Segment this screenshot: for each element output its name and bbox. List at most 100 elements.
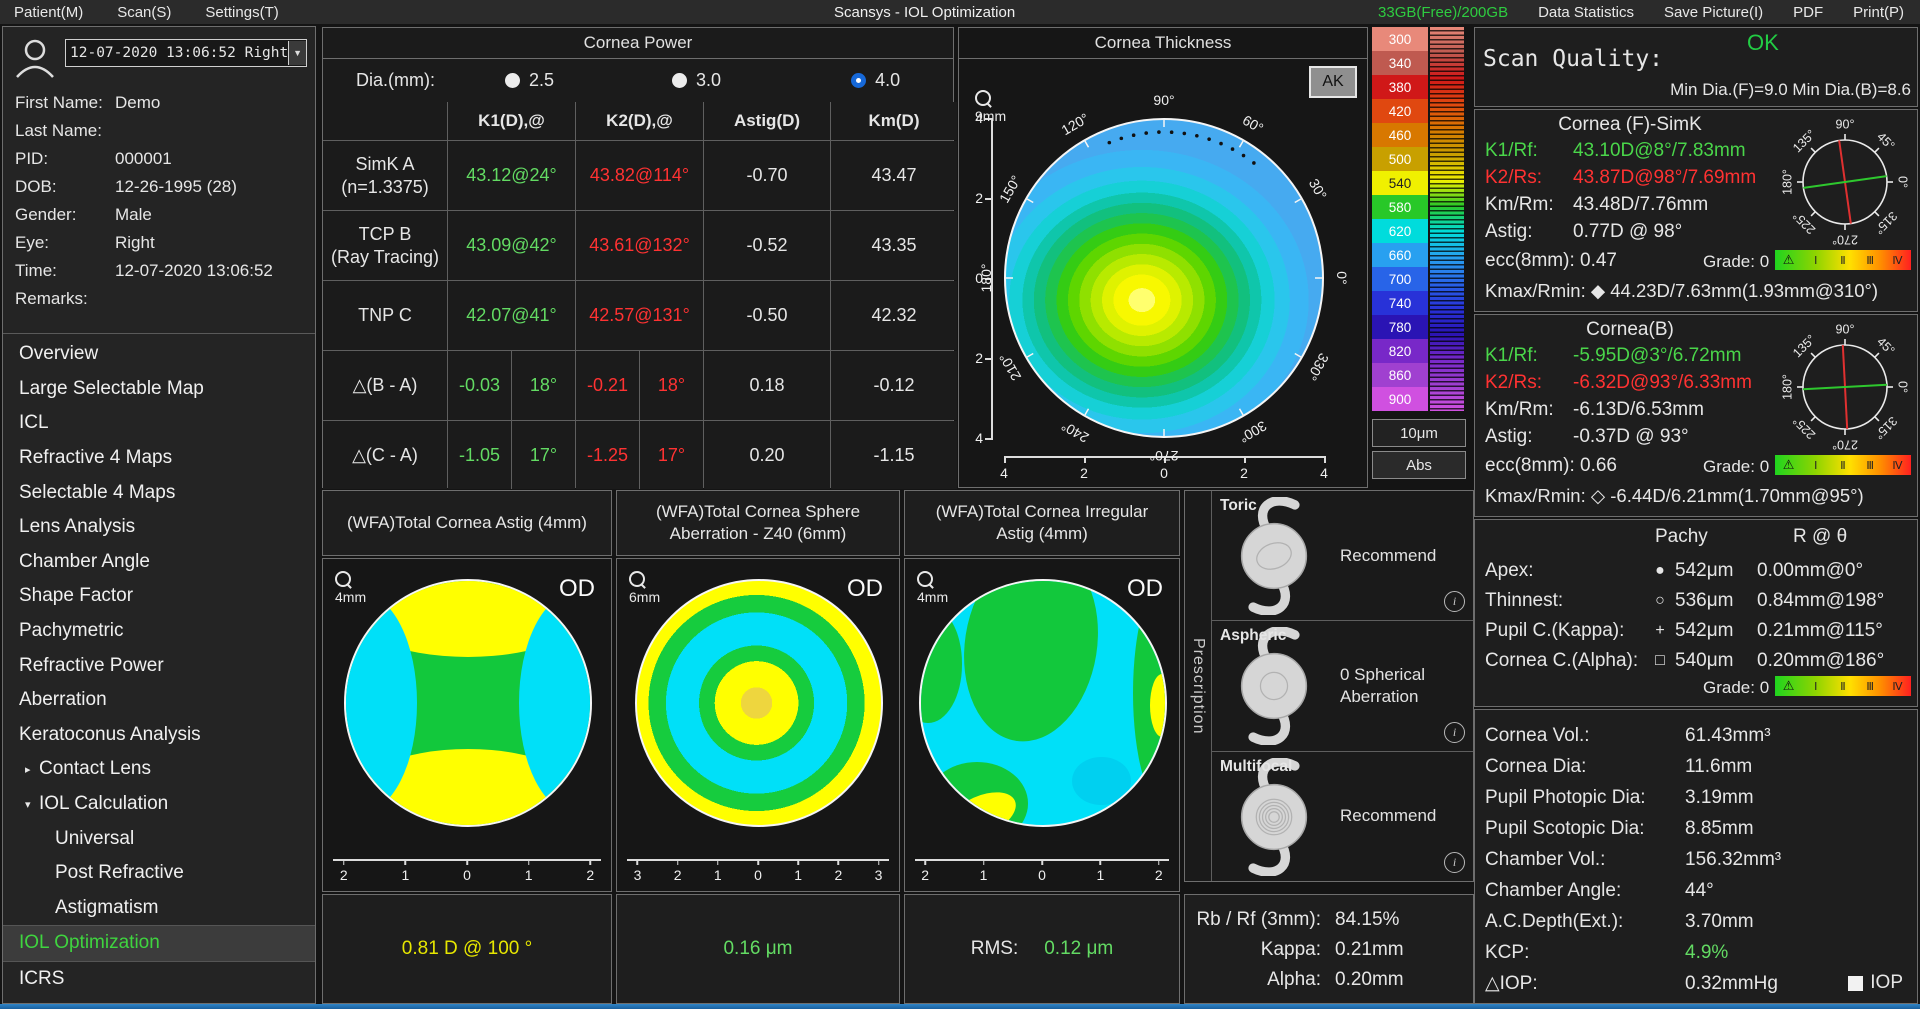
irregular-astig-map[interactable] (919, 579, 1167, 827)
rbrf-row: Alpha:0.20mm (1185, 965, 1473, 995)
iop-checkbox[interactable] (1848, 976, 1863, 991)
menu-data-statistics[interactable]: Data Statistics (1538, 4, 1634, 21)
patient-field: Eye:Right (15, 229, 307, 257)
dropdown-arrow-icon[interactable]: ▼ (288, 41, 306, 65)
window-title: Scansys - IOL Optimization (834, 4, 1015, 21)
axis-tick (983, 859, 985, 865)
sidebar-item-pachymetric[interactable]: Pachymetric (3, 614, 315, 649)
magnifier-icon (629, 571, 645, 587)
scan-selector-dropdown[interactable]: 12-07-2020 13:06:52 Right ▼ (65, 39, 307, 67)
axis-tick-label: 1 (714, 867, 722, 883)
sidebar-item-icrs[interactable]: ICRS (3, 962, 315, 997)
sidebar-item-large-selectable-map[interactable]: Large Selectable Map (3, 372, 315, 407)
dia-option-label: 2.5 (529, 70, 554, 90)
grade-level: Ⅰ (1802, 455, 1829, 475)
menu-patient-m[interactable]: Patient(M) (14, 4, 83, 21)
cornea-power-table: K1(D),@K2(D),@Astig(D)Km(D)SimK A(n=1.33… (323, 102, 953, 488)
menu-print-p[interactable]: Print(P) (1853, 4, 1904, 21)
ak-button[interactable]: AK (1309, 66, 1357, 98)
metric-label: Cornea Dia: (1485, 756, 1685, 778)
sidebar-item-icl[interactable]: ICL (3, 406, 315, 441)
pachy-marker-icon: + (1645, 622, 1675, 640)
k1-value: 42.07@41° (448, 281, 575, 350)
grade-label: Grade: 0 (1703, 678, 1769, 698)
sidebar-item-keratoconus-analysis[interactable]: Keratoconus Analysis (3, 718, 315, 753)
rbrf-row: Kappa:0.21mm (1185, 935, 1473, 965)
cornea-power-title: Cornea Power (323, 28, 953, 59)
radio-icon[interactable] (851, 73, 866, 88)
menu-save-picture-i[interactable]: Save Picture(I) (1664, 4, 1763, 21)
axis-tick-label: 0 (1038, 867, 1046, 883)
sidebar-item-universal[interactable]: Universal (3, 821, 315, 856)
metric-value: 44° (1685, 880, 1909, 902)
sidebar-item-label: Refractive 4 Maps (19, 447, 172, 469)
wfa3-title: (WFA)Total Cornea Irregular Astig (4mm) (904, 490, 1180, 556)
dia-option-label: 3.0 (696, 70, 721, 90)
sphere-aberration-map[interactable] (635, 579, 883, 827)
sidebar-item-label: Shape Factor (19, 585, 133, 607)
menu-settings-t[interactable]: Settings(T) (205, 4, 278, 21)
pachy-r-theta: 0.20mm@186° (1757, 650, 1909, 672)
column-header: K1(D),@ (448, 102, 575, 140)
sidebar-item-post-refractive[interactable]: Post Refractive (3, 856, 315, 891)
dia-option-3.0[interactable]: 3.0 (672, 70, 721, 91)
sidebar-item-chamber-angle[interactable]: Chamber Angle (3, 545, 315, 580)
info-icon[interactable]: i (1444, 852, 1465, 873)
sidebar-item-selectable-4-maps[interactable]: Selectable 4 Maps (3, 475, 315, 510)
scale-mode-button[interactable]: Abs (1372, 451, 1466, 479)
sidebar-item-astigmatism[interactable]: Astigmatism (3, 891, 315, 926)
sidebar-item-label: Selectable 4 Maps (19, 482, 175, 504)
axis-tick (637, 859, 639, 865)
x-tick (1004, 456, 1006, 463)
dia-option-2.5[interactable]: 2.5 (505, 70, 554, 91)
sidebar-item-overview[interactable]: Overview (3, 337, 315, 372)
sidebar-item-shape-factor[interactable]: Shape Factor (3, 579, 315, 614)
sidebar-item-aberration[interactable]: Aberration (3, 683, 315, 718)
iol-card-multifocal[interactable]: Multifocal Recommendi (1212, 752, 1473, 881)
iol-card-aspheric[interactable]: Aspheric0 Spherical Aberrationi (1212, 621, 1473, 751)
radio-icon[interactable] (672, 73, 687, 88)
field-label: Remarks: (15, 289, 115, 309)
scale-value: 700 (1372, 267, 1428, 291)
wfa3-map: 4mm OD 21012 (904, 558, 1180, 892)
x-tick-label: 4 (1320, 465, 1328, 481)
scale-value: 740 (1372, 291, 1428, 315)
row-name: TCP B (359, 223, 412, 246)
dia-option-4.0[interactable]: 4.0 (851, 70, 900, 91)
iol-type-label: Multifocal (1220, 758, 1292, 776)
wfa3-value-box: RMS: 0.12 μm (904, 894, 1180, 1004)
pachy-row: Pupil C.(Kappa):+542μm0.21mm@115° (1485, 616, 1909, 646)
sidebar-item-iol-calculation[interactable]: ▾IOL Calculation (3, 787, 315, 822)
scan-quality-panel: Scan Quality: OK Min Dia.(F)=9.0 Min Dia… (1474, 27, 1918, 107)
axis-tick-label: 0 (754, 867, 762, 883)
y-tick-label: 4 (975, 430, 983, 446)
angle-label: 90° (1153, 92, 1174, 108)
svg-text:0°: 0° (1896, 176, 1910, 188)
rbrf-value: 84.15% (1335, 909, 1473, 931)
km-value: -0.12 (831, 351, 957, 420)
cornea-f-panel: Cornea (F)-SimK K1/Rf:43.10D@8°/7.83mm K… (1474, 109, 1918, 312)
info-icon[interactable]: i (1444, 722, 1465, 743)
menu-pdf[interactable]: PDF (1793, 4, 1823, 21)
menu-scan-s[interactable]: Scan(S) (117, 4, 171, 21)
grade-level: Ⅰ (1802, 250, 1829, 270)
sidebar-item-refractive-4-maps[interactable]: Refractive 4 Maps (3, 441, 315, 476)
iol-card-toric[interactable]: ToricRecommendi (1212, 491, 1473, 621)
pachy-marker-icon: ● (1645, 562, 1675, 580)
info-icon[interactable]: i (1444, 591, 1465, 612)
metric-row: Chamber Vol.:156.32mm³ (1485, 844, 1909, 875)
radio-icon[interactable] (505, 73, 520, 88)
eye-label: OD (847, 575, 883, 603)
metric-row: △IOP:0.32mmHgIOP (1485, 968, 1909, 999)
sidebar-item-contact-lens[interactable]: ▸Contact Lens (3, 752, 315, 787)
scale-gradient-bar (1430, 27, 1464, 411)
iol-note: Recommend (1340, 752, 1447, 881)
astig-map[interactable] (344, 579, 592, 827)
cornea-power-panel: Cornea Power Dia.(mm):2.53.04.0 K1(D),@K… (322, 27, 954, 488)
ecc-row: ecc(8mm): 0.47 (1485, 250, 1617, 272)
sidebar-item-refractive-power[interactable]: Refractive Power (3, 648, 315, 683)
chevron-right-icon: ▸ (25, 763, 39, 776)
sidebar-item-lens-analysis[interactable]: Lens Analysis (3, 510, 315, 545)
sidebar-item-iol-optimization[interactable]: IOL Optimization (3, 925, 315, 962)
axis-tick-label: 1 (401, 867, 409, 883)
